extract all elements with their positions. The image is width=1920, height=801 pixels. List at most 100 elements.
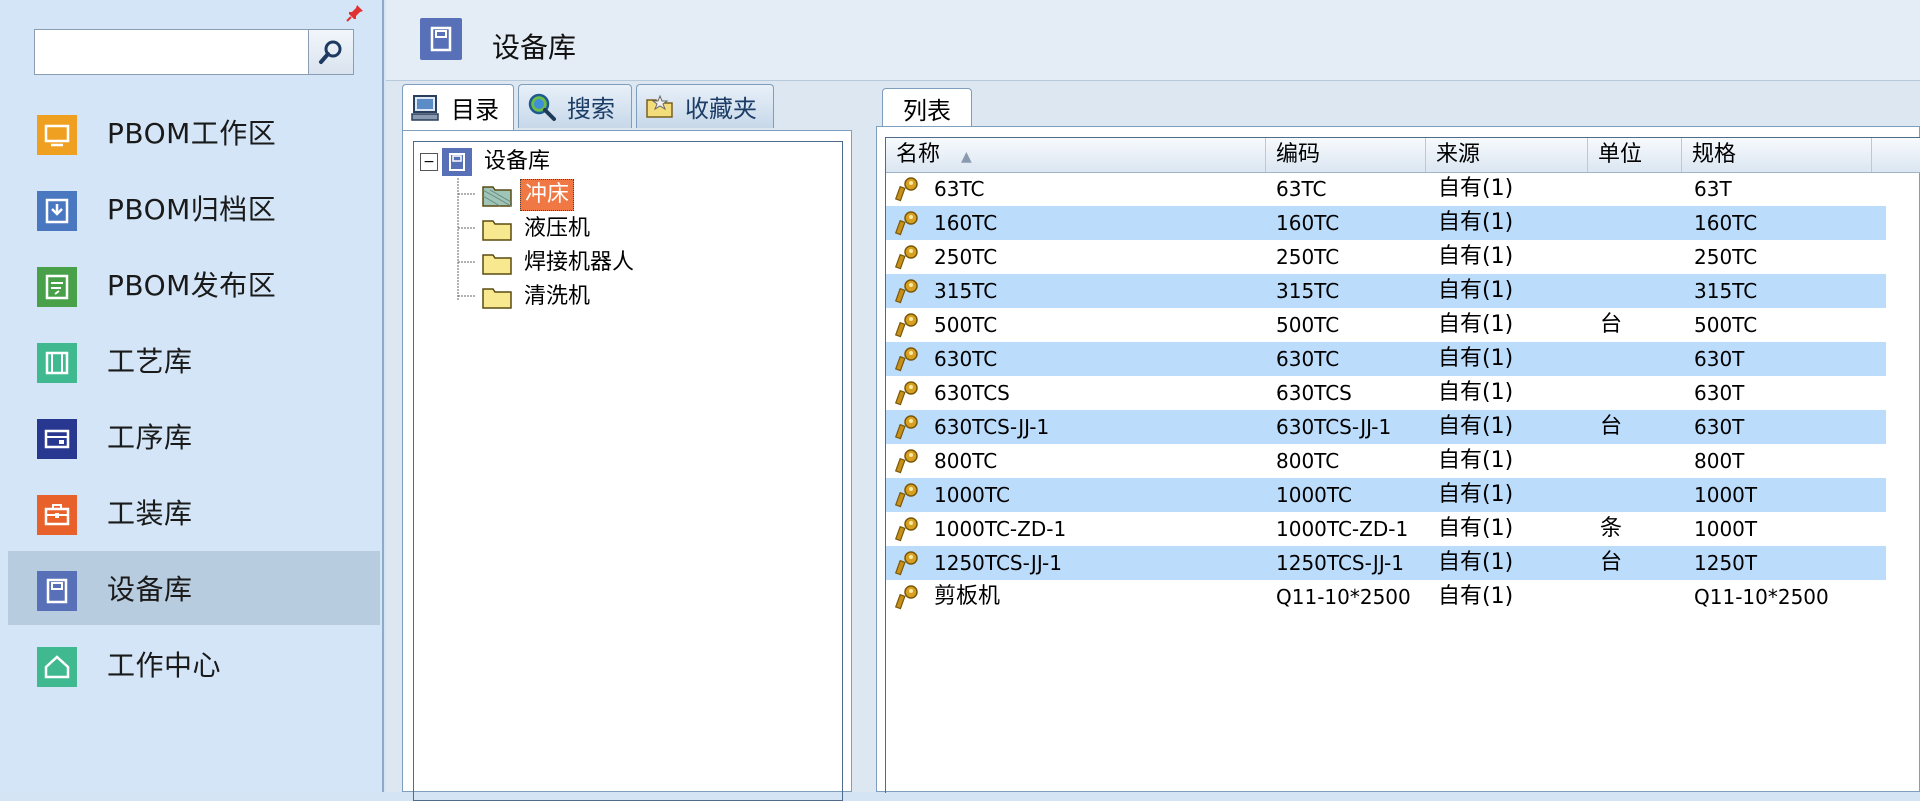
table-cell: 800TC — [934, 449, 998, 473]
table-row[interactable]: 1250TCS-JJ-1 1250TCS-JJ-1 自有(1) 台 1250T — [886, 546, 1886, 580]
tree-label: 清洗机 — [524, 284, 591, 309]
column-header-spec[interactable]: 规格 — [1682, 138, 1872, 172]
table-row[interactable]: 500TC 500TC 自有(1) 台 500TC — [886, 308, 1886, 342]
key-icon — [894, 585, 918, 610]
table-row[interactable]: 63TC 63TC 自有(1) 63T — [886, 172, 1886, 206]
tree-label: 液压机 — [524, 216, 591, 241]
table-cell: 160TC — [1276, 211, 1340, 235]
table-row[interactable]: 250TC 250TC 自有(1) 250TC — [886, 240, 1886, 274]
table-cell: 630T — [1694, 381, 1745, 405]
tab-label: 搜索 — [567, 95, 615, 123]
table-cell: 500TC — [1276, 313, 1340, 337]
sidebar-item-6[interactable]: 工装库 — [8, 475, 380, 549]
key-icon — [894, 551, 918, 576]
sidebar-item-4[interactable]: 工艺库 — [8, 323, 380, 397]
table-cell: 自有(1) — [1438, 244, 1514, 269]
key-icon — [894, 483, 918, 508]
table-cell: 315TC — [1276, 279, 1340, 303]
table-cell: 250TC — [934, 245, 998, 269]
table-cell: 63TC — [934, 177, 985, 201]
tab-label: 列表 — [903, 97, 951, 125]
table-cell: 自有(1) — [1438, 210, 1514, 235]
table-row[interactable]: 630TCS 630TCS 自有(1) 630T — [886, 376, 1886, 410]
table-row[interactable]: 630TCS-JJ-1 630TCS-JJ-1 自有(1) 台 630T — [886, 410, 1886, 444]
sidebar-item-7[interactable]: 设备库 — [8, 551, 380, 625]
table-row[interactable]: 800TC 800TC 自有(1) 800T — [886, 444, 1886, 478]
table-cell: 630TCS — [934, 381, 1010, 405]
sidebar-item-3[interactable]: PBOM发布区 — [8, 247, 380, 321]
column-header-unit[interactable]: 单位 — [1588, 138, 1682, 172]
tree-view: − 设备库 冲床液压机焊接机器人清洗机 — [413, 141, 843, 801]
tree-panel: − 设备库 冲床液压机焊接机器人清洗机 — [402, 130, 852, 801]
table-cell: 台 — [1600, 312, 1623, 337]
table-cell: 自有(1) — [1438, 516, 1514, 541]
table-cell: 条 — [1600, 516, 1623, 541]
device-icon — [37, 571, 77, 611]
monitor-icon — [37, 115, 77, 155]
table-row[interactable]: 315TC 315TC 自有(1) 315TC — [886, 274, 1886, 308]
tab-catalog[interactable]: 目录 — [402, 84, 514, 130]
column-header-source[interactable]: 来源 — [1426, 138, 1588, 172]
tree-node-root[interactable]: − 设备库 — [420, 146, 554, 178]
device-library-icon — [442, 148, 472, 176]
sidebar-item-5[interactable]: 工序库 — [8, 399, 380, 473]
folder-icon — [482, 288, 512, 309]
table-cell: 剪板机 — [934, 584, 1001, 609]
sidebar-item-1[interactable]: PBOM工作区 — [8, 95, 380, 169]
table-row[interactable]: 剪板机 Q11-10*2500 自有(1) Q11-10*2500 — [886, 580, 1886, 614]
table-cell: 250TC — [1276, 245, 1340, 269]
list-panel: 名称 ▲ 编码 来源 单位 规格 63TC 63TC 自有(1) 63T 160TC 16… — [876, 126, 1920, 793]
pin-icon[interactable] — [346, 4, 364, 22]
search-input[interactable] — [35, 30, 309, 74]
table-cell: 台 — [1600, 550, 1623, 575]
tab-list[interactable]: 列表 — [882, 88, 972, 128]
table-cell: 1000TC — [1276, 483, 1352, 507]
tab-favorites[interactable]: 收藏夹 — [636, 84, 774, 128]
sidebar-item-2[interactable]: PBOM归档区 — [8, 171, 380, 245]
collapse-icon[interactable]: − — [420, 153, 438, 171]
table-cell: 1000T — [1694, 517, 1758, 541]
sidebar-item-label: 工艺库 — [107, 345, 193, 378]
sidebar-item-label: 工装库 — [107, 497, 193, 530]
folder-icon — [482, 254, 512, 275]
column-header-code[interactable]: 编码 — [1266, 138, 1426, 172]
table-cell: 63T — [1694, 177, 1732, 201]
sidebar-item-label: PBOM工作区 — [107, 117, 277, 150]
search-icon — [527, 92, 557, 122]
sort-ascending-icon: ▲ — [961, 149, 972, 165]
operation-icon — [37, 419, 77, 459]
tree-node[interactable]: 焊接机器人 — [482, 247, 638, 279]
table-cell: 1000TC-ZD-1 — [934, 517, 1067, 541]
key-icon — [894, 177, 918, 202]
tab-search[interactable]: 搜索 — [518, 84, 632, 128]
table-cell: 630TC — [934, 347, 998, 371]
table-row[interactable]: 1000TC 1000TC 自有(1) 1000T — [886, 478, 1886, 512]
key-icon — [894, 279, 918, 304]
tree-node[interactable]: 液压机 — [482, 213, 594, 245]
table-cell: 1000T — [1694, 483, 1758, 507]
search-icon — [319, 40, 342, 64]
column-header-name[interactable]: 名称 ▲ — [886, 138, 1266, 172]
favorites-icon — [645, 92, 675, 122]
table-cell: 1250TCS-JJ-1 — [1276, 551, 1404, 575]
table-cell: 自有(1) — [1438, 414, 1514, 439]
table-cell: 自有(1) — [1438, 346, 1514, 371]
tree-node[interactable]: 冲床 — [482, 179, 575, 211]
table-cell: 1000TC — [934, 483, 1010, 507]
tree-node[interactable]: 清洗机 — [482, 281, 594, 313]
table-cell: 自有(1) — [1438, 584, 1514, 609]
table-cell: 自有(1) — [1438, 482, 1514, 507]
search-button[interactable] — [308, 30, 353, 74]
table-cell: 500TC — [934, 313, 998, 337]
sidebar-item-8[interactable]: 工作中心 — [8, 627, 380, 701]
process-icon — [37, 343, 77, 383]
tree-label: 设备库 — [484, 149, 551, 174]
key-icon — [894, 211, 918, 236]
table-row[interactable]: 1000TC-ZD-1 1000TC-ZD-1 自有(1) 条 1000T — [886, 512, 1886, 546]
table-cell: 315TC — [1694, 279, 1758, 303]
table-row[interactable]: 630TC 630TC 自有(1) 630T — [886, 342, 1886, 376]
table-cell: 1250T — [1694, 551, 1758, 575]
folder-icon — [482, 186, 512, 207]
table-cell: 250TC — [1694, 245, 1758, 269]
table-row[interactable]: 160TC 160TC 自有(1) 160TC — [886, 206, 1886, 240]
